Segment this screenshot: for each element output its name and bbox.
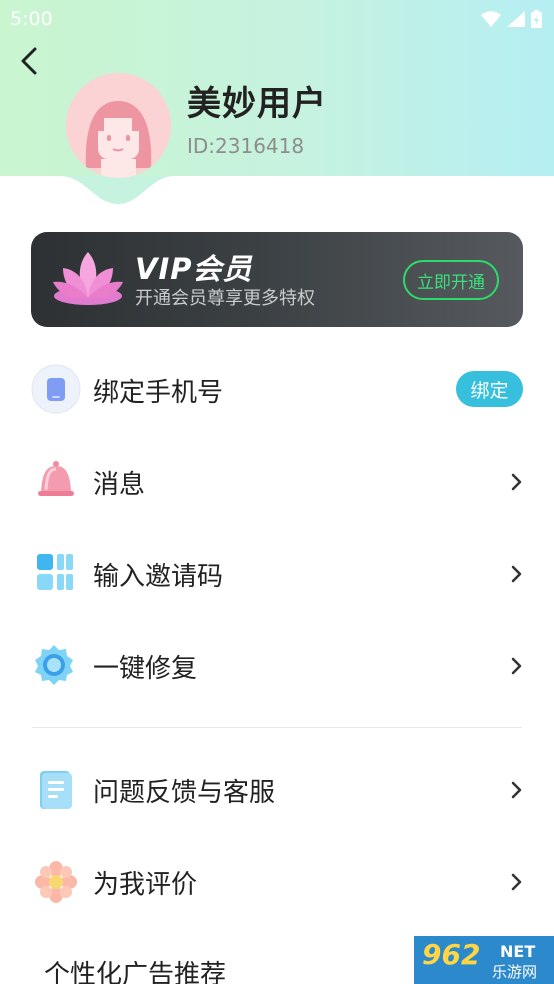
back-arrow-icon[interactable]: [14, 44, 48, 78]
bind-button[interactable]: 绑定: [456, 371, 523, 407]
chevron-right-icon: [511, 781, 522, 799]
watermark-site: 乐游网: [492, 963, 538, 981]
chevron-right-icon: [511, 473, 522, 491]
user-id: ID:2316418: [187, 134, 305, 158]
menu-label-repair: 一键修复: [93, 654, 198, 684]
grid-icon: [37, 554, 73, 590]
status-time: 5:00: [10, 8, 53, 30]
menu-label-rate: 为我评价: [93, 870, 198, 900]
menu-item-feedback[interactable]: 问题反馈与客服: [0, 760, 554, 820]
menu-label-messages: 消息: [93, 470, 146, 500]
menu-label-feedback: 问题反馈与客服: [93, 778, 276, 808]
flower-icon: [35, 861, 77, 903]
site-watermark: 962 NET 乐游网: [414, 936, 554, 984]
menu-label-invite-code: 输入邀请码: [93, 562, 224, 592]
menu-item-messages[interactable]: 消息: [0, 452, 554, 512]
avatar[interactable]: [66, 73, 171, 178]
signal-icon: [507, 11, 525, 27]
header-curve: [0, 176, 554, 216]
menu-label-bind-phone: 绑定手机号: [93, 378, 224, 408]
menu-item-invite-code[interactable]: 输入邀请码: [0, 544, 554, 604]
chevron-right-icon: [511, 873, 522, 891]
menu-item-bind-phone[interactable]: 绑定手机号 绑定: [0, 360, 554, 420]
open-vip-button[interactable]: 立即开通: [403, 260, 499, 300]
document-icon: [40, 771, 72, 809]
wifi-icon: [481, 11, 501, 27]
vip-title: VIP会员: [135, 252, 253, 286]
status-bar: 5:00: [0, 0, 554, 38]
chevron-right-icon: [511, 565, 522, 583]
gear-icon: [35, 645, 73, 685]
phone-icon: [31, 364, 81, 414]
battery-icon: [531, 10, 542, 28]
bell-icon: [38, 461, 74, 496]
menu-item-repair[interactable]: 一键修复: [0, 636, 554, 696]
menu-divider: [32, 727, 522, 728]
vip-card[interactable]: VIP会员 开通会员尊享更多特权 立即开通: [31, 232, 523, 327]
watermark-net: NET: [500, 942, 536, 961]
lotus-icon: [53, 252, 123, 305]
avatar-girl-icon: [66, 73, 171, 178]
watermark-brand: 962: [422, 938, 481, 971]
vip-subtitle: 开通会员尊享更多特权: [135, 288, 315, 309]
user-name: 美妙用户: [187, 84, 327, 124]
menu-label-personalized-ads[interactable]: 个性化广告推荐: [44, 954, 226, 984]
chevron-right-icon: [511, 657, 522, 675]
menu-item-rate[interactable]: 为我评价: [0, 852, 554, 912]
